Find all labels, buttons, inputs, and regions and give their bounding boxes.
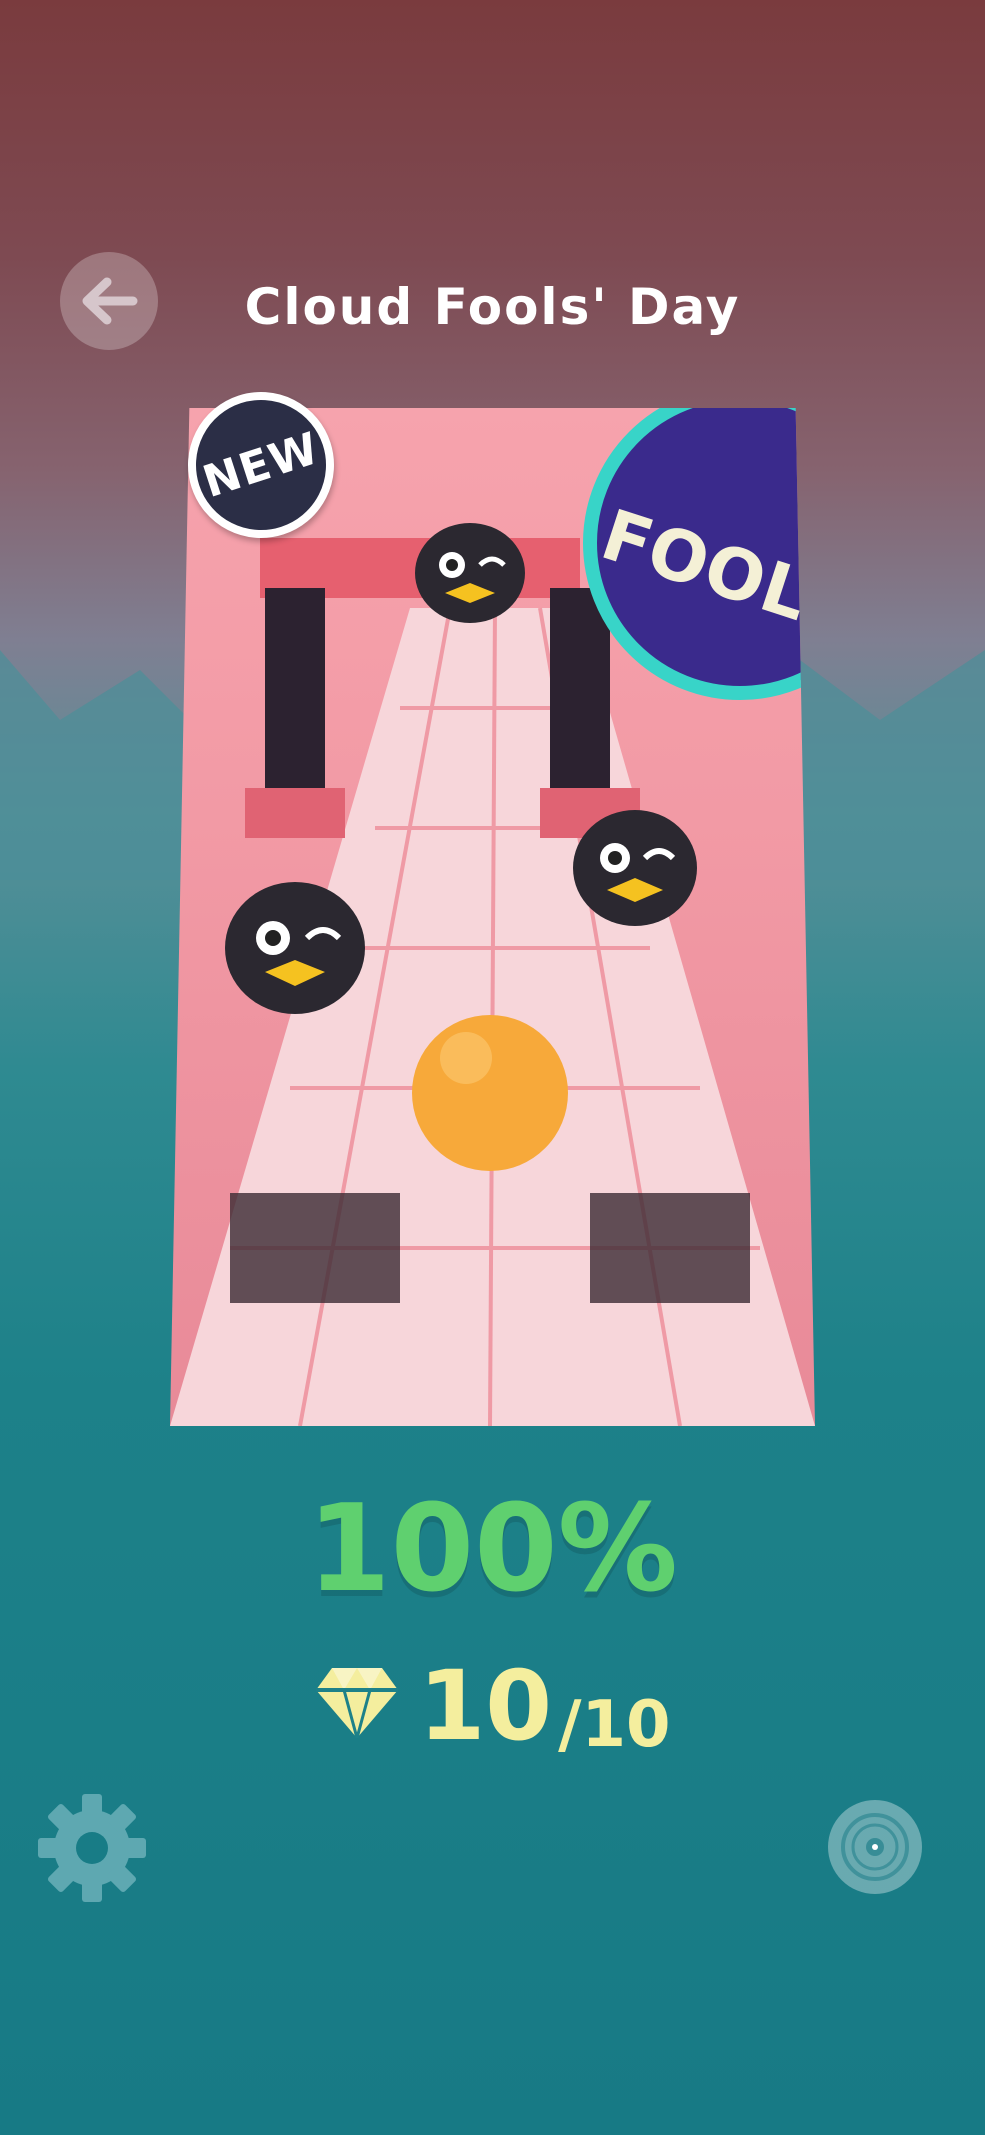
diamond-icon — [316, 1668, 399, 1739]
completion-percent: 100% — [307, 1480, 678, 1619]
gems-collected: 10 — [418, 1650, 553, 1762]
new-badge-label: NEW — [196, 422, 326, 508]
music-button[interactable] — [828, 1800, 922, 1894]
level-title: Cloud Fools' Day — [244, 278, 741, 336]
disc-icon — [841, 1813, 909, 1881]
level-preview-art: FOOL — [170, 408, 815, 1426]
gems-counter: 10 / 10 — [0, 1650, 985, 1762]
level-preview-card[interactable]: FOOL — [170, 408, 815, 1426]
gear-icon — [38, 1794, 146, 1902]
gems-total: 10 — [581, 1688, 671, 1762]
gems-separator: / — [558, 1688, 582, 1762]
settings-button[interactable] — [34, 1790, 150, 1906]
